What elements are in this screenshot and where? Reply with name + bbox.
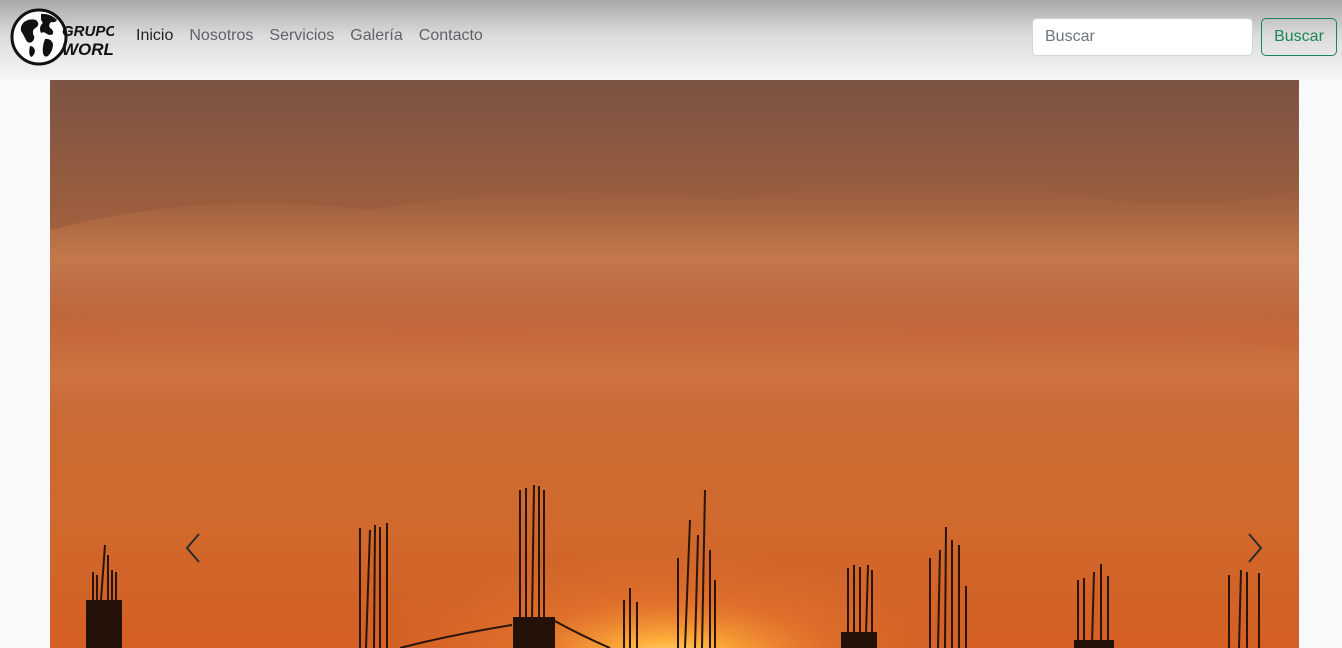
carousel-next-button[interactable] — [1244, 532, 1264, 564]
svg-text:GRUPO: GRUPO — [62, 23, 114, 40]
nav-item-contacto[interactable]: Contacto — [411, 26, 491, 46]
navbar: GRUPO WORLD Inicio Nosotros Servicios Ga… — [0, 0, 1342, 80]
svg-text:WORLD: WORLD — [62, 40, 114, 59]
hero-carousel — [50, 80, 1299, 648]
nav-menu: Inicio Nosotros Servicios Galería Contac… — [128, 26, 491, 46]
nav-item-servicios[interactable]: Servicios — [261, 26, 342, 46]
nav-item-nosotros[interactable]: Nosotros — [181, 26, 261, 46]
globe-logo-icon: GRUPO WORLD — [10, 8, 114, 66]
nav-item-inicio[interactable]: Inicio — [128, 26, 181, 46]
search-input[interactable] — [1032, 18, 1253, 56]
brand-logo[interactable]: GRUPO WORLD — [10, 6, 114, 68]
chevron-left-icon — [185, 533, 200, 563]
carousel-prev-button[interactable] — [184, 532, 204, 564]
nav-item-galeria[interactable]: Galería — [342, 26, 410, 46]
carousel-slide-image — [50, 80, 1299, 648]
chevron-right-icon — [1248, 533, 1263, 563]
search-button[interactable]: Buscar — [1261, 18, 1337, 56]
